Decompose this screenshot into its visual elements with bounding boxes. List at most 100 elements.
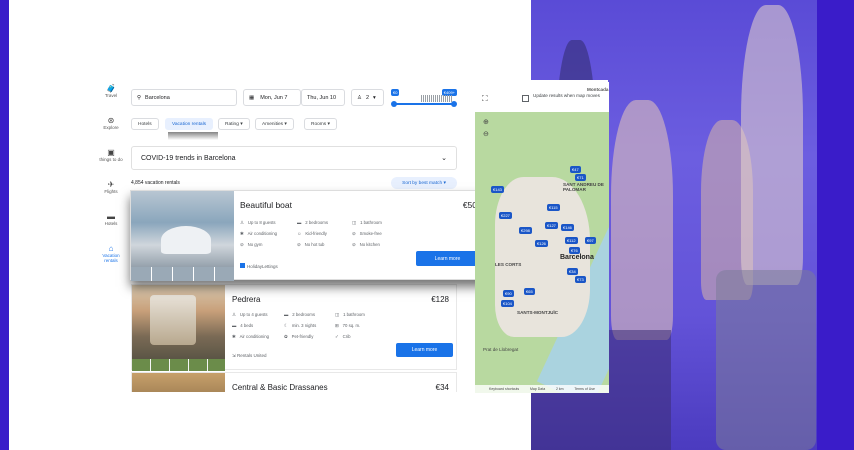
amenity: ♙ Up to 8 guests xyxy=(240,220,276,225)
covid-banner[interactable]: COVID-19 trends in Barcelona ⌄ xyxy=(131,146,457,170)
update-results-label: Update results when map moves xyxy=(533,93,600,98)
snowflake-icon: ✱ xyxy=(240,231,244,236)
bed-icon: ▬ xyxy=(284,312,289,317)
slider-handle-min[interactable] xyxy=(391,101,397,107)
pin-icon: ⚲ xyxy=(137,94,142,101)
amenity: ⊘ Smoke-free xyxy=(352,231,382,236)
checkout-field[interactable]: Thu, Jun 10 xyxy=(301,89,345,106)
map[interactable]: ⛶ Update results when map moves ⊕ ⊖ Mont… xyxy=(475,82,609,393)
fullscreen-icon[interactable]: ⛶ xyxy=(482,94,488,104)
nav-things-to-do[interactable]: ▣ things to do xyxy=(98,148,124,162)
price-marker[interactable]: €34 xyxy=(567,268,578,275)
filter-rating[interactable]: Rating ▾ xyxy=(218,118,250,130)
amenity: ▬ 4 beds xyxy=(232,323,254,328)
nav-explore[interactable]: ⊛ Explore xyxy=(98,116,124,130)
listing-card[interactable]: Pedrera €128 ♙ Up to 4 guests ▬ 2 bedrooms… xyxy=(131,284,457,371)
nav-travel[interactable]: 🧳 Travel xyxy=(98,84,124,98)
person-icon: ♙ xyxy=(232,312,236,317)
filter-amenities[interactable]: Amenities ▾ xyxy=(255,118,294,130)
plane-icon: ✈ xyxy=(107,180,115,189)
slider-track xyxy=(393,103,455,105)
listing-title[interactable]: Pedrera xyxy=(232,295,260,304)
filter-vacation-rentals[interactable]: Vacation rentals xyxy=(165,118,214,130)
guests-field[interactable]: ♙ 2 ▾ xyxy=(351,89,384,106)
amenity: ☾ min. 3 nights xyxy=(284,323,317,328)
bed-icon: ▬ xyxy=(107,212,115,221)
location-input[interactable]: ⚲ Barcelona xyxy=(131,89,237,106)
price-marker[interactable]: €76 xyxy=(569,247,580,254)
price-marker[interactable]: €143 xyxy=(491,186,504,193)
person-icon: ♙ xyxy=(240,220,244,225)
amenity: ⊘ No hot tub xyxy=(297,242,325,247)
hot-tub-icon: ⊘ xyxy=(297,242,301,247)
filter-hotels[interactable]: Hotels xyxy=(131,118,159,130)
filter-rooms[interactable]: Rooms ▾ xyxy=(304,118,337,130)
price-marker[interactable]: €104 xyxy=(501,300,514,307)
paw-icon: ✿ xyxy=(284,334,288,339)
snowflake-icon: ✱ xyxy=(232,334,236,339)
nav-flights[interactable]: ✈ Flights xyxy=(98,180,124,194)
listing-price: €128 xyxy=(431,295,449,304)
checkin-field[interactable]: ▦ Mon, Jun 7 xyxy=(243,89,301,106)
price-marker[interactable]: €126 xyxy=(535,240,548,247)
listing-title[interactable]: Beautiful boat xyxy=(240,200,292,210)
amenity: ✱ Air conditioning xyxy=(240,231,277,236)
amenity: ▬ 2 bedrooms xyxy=(297,220,328,225)
price-marker[interactable]: €298 xyxy=(519,227,532,234)
provider-logo-icon xyxy=(240,263,245,268)
price-marker[interactable]: €115 xyxy=(547,204,560,211)
price-marker[interactable]: €73 xyxy=(575,276,586,283)
update-checkbox[interactable] xyxy=(522,95,529,102)
amenity: ⊘ No kitchen xyxy=(352,242,380,247)
listing-card-highlighted[interactable]: Beautiful boat €50 ♙ Up to 8 guests ▬ 2 be… xyxy=(130,190,487,281)
price-marker[interactable]: €71 xyxy=(575,174,586,181)
map-footer: Keyboard shortcuts Map Data 2 km Terms of U… xyxy=(475,385,609,393)
price-slider[interactable]: €0 €409+ xyxy=(391,89,457,109)
ruler-icon: ⊞ xyxy=(335,323,339,328)
zoom-out-button[interactable]: ⊖ xyxy=(483,130,489,138)
listing-photo xyxy=(132,373,225,392)
price-marker[interactable]: €112 xyxy=(565,237,578,244)
price-marker[interactable]: €97 xyxy=(585,237,596,244)
learn-more-button[interactable]: Learn more xyxy=(416,251,479,266)
nav-hotels[interactable]: ▬ Hotels xyxy=(98,212,124,226)
amenity: ✓ Crib xyxy=(335,334,351,339)
person-icon: ♙ xyxy=(357,94,362,101)
amenity: ⊞ 70 sq. m. xyxy=(335,323,361,328)
dumbbell-icon: ⊘ xyxy=(240,242,244,247)
amenity: ▬ 2 bedrooms xyxy=(284,312,315,317)
bath-icon: ◫ xyxy=(335,312,340,317)
zoom-in-button[interactable]: ⊕ xyxy=(483,118,489,126)
amenity: ⊘ No gym xyxy=(240,242,263,247)
map-label: SANTS-MONTJUÏC xyxy=(517,310,559,315)
map-label: Barcelona xyxy=(560,254,594,261)
map-label: Montcada xyxy=(587,87,609,92)
nav-vacation-rentals[interactable]: ⌂ Vacation rentals xyxy=(98,244,124,263)
listing-photo xyxy=(131,191,234,281)
price-marker[interactable]: €227 xyxy=(499,212,512,219)
price-marker[interactable]: €47 xyxy=(570,166,581,173)
listing-price: €34 xyxy=(435,383,449,392)
sort-button[interactable]: Sort by best match ▾ xyxy=(391,177,457,189)
learn-more-button[interactable]: Learn more xyxy=(396,343,453,357)
listing-title[interactable]: Central & Basic Drassanes xyxy=(232,383,328,392)
kid-icon: ☺ xyxy=(297,231,302,236)
price-marker[interactable]: €65 xyxy=(524,288,535,295)
listing-card[interactable]: Central & Basic Drassanes €34 xyxy=(131,372,457,392)
price-marker[interactable]: €127 xyxy=(545,222,558,229)
slider-handle-max[interactable] xyxy=(451,101,457,107)
provider-name: HolidayLettings xyxy=(240,263,278,269)
map-label: LES CORTS xyxy=(495,262,522,267)
kitchen-icon: ⊘ xyxy=(352,242,356,247)
price-marker[interactable]: €90 xyxy=(503,290,514,297)
map-label: Prat de Llobregat xyxy=(483,347,519,352)
bed-icon: ▬ xyxy=(297,220,302,225)
price-min-label: €0 xyxy=(391,89,400,96)
active-tab-indicator xyxy=(168,132,218,140)
suitcase-icon: 🧳 xyxy=(106,84,116,93)
moon-icon: ☾ xyxy=(284,323,288,328)
no-smoking-icon: ⊘ xyxy=(352,231,356,236)
price-marker[interactable]: €146 xyxy=(561,224,574,231)
listing-photo xyxy=(132,285,225,371)
bed-icon: ▬ xyxy=(232,323,237,328)
